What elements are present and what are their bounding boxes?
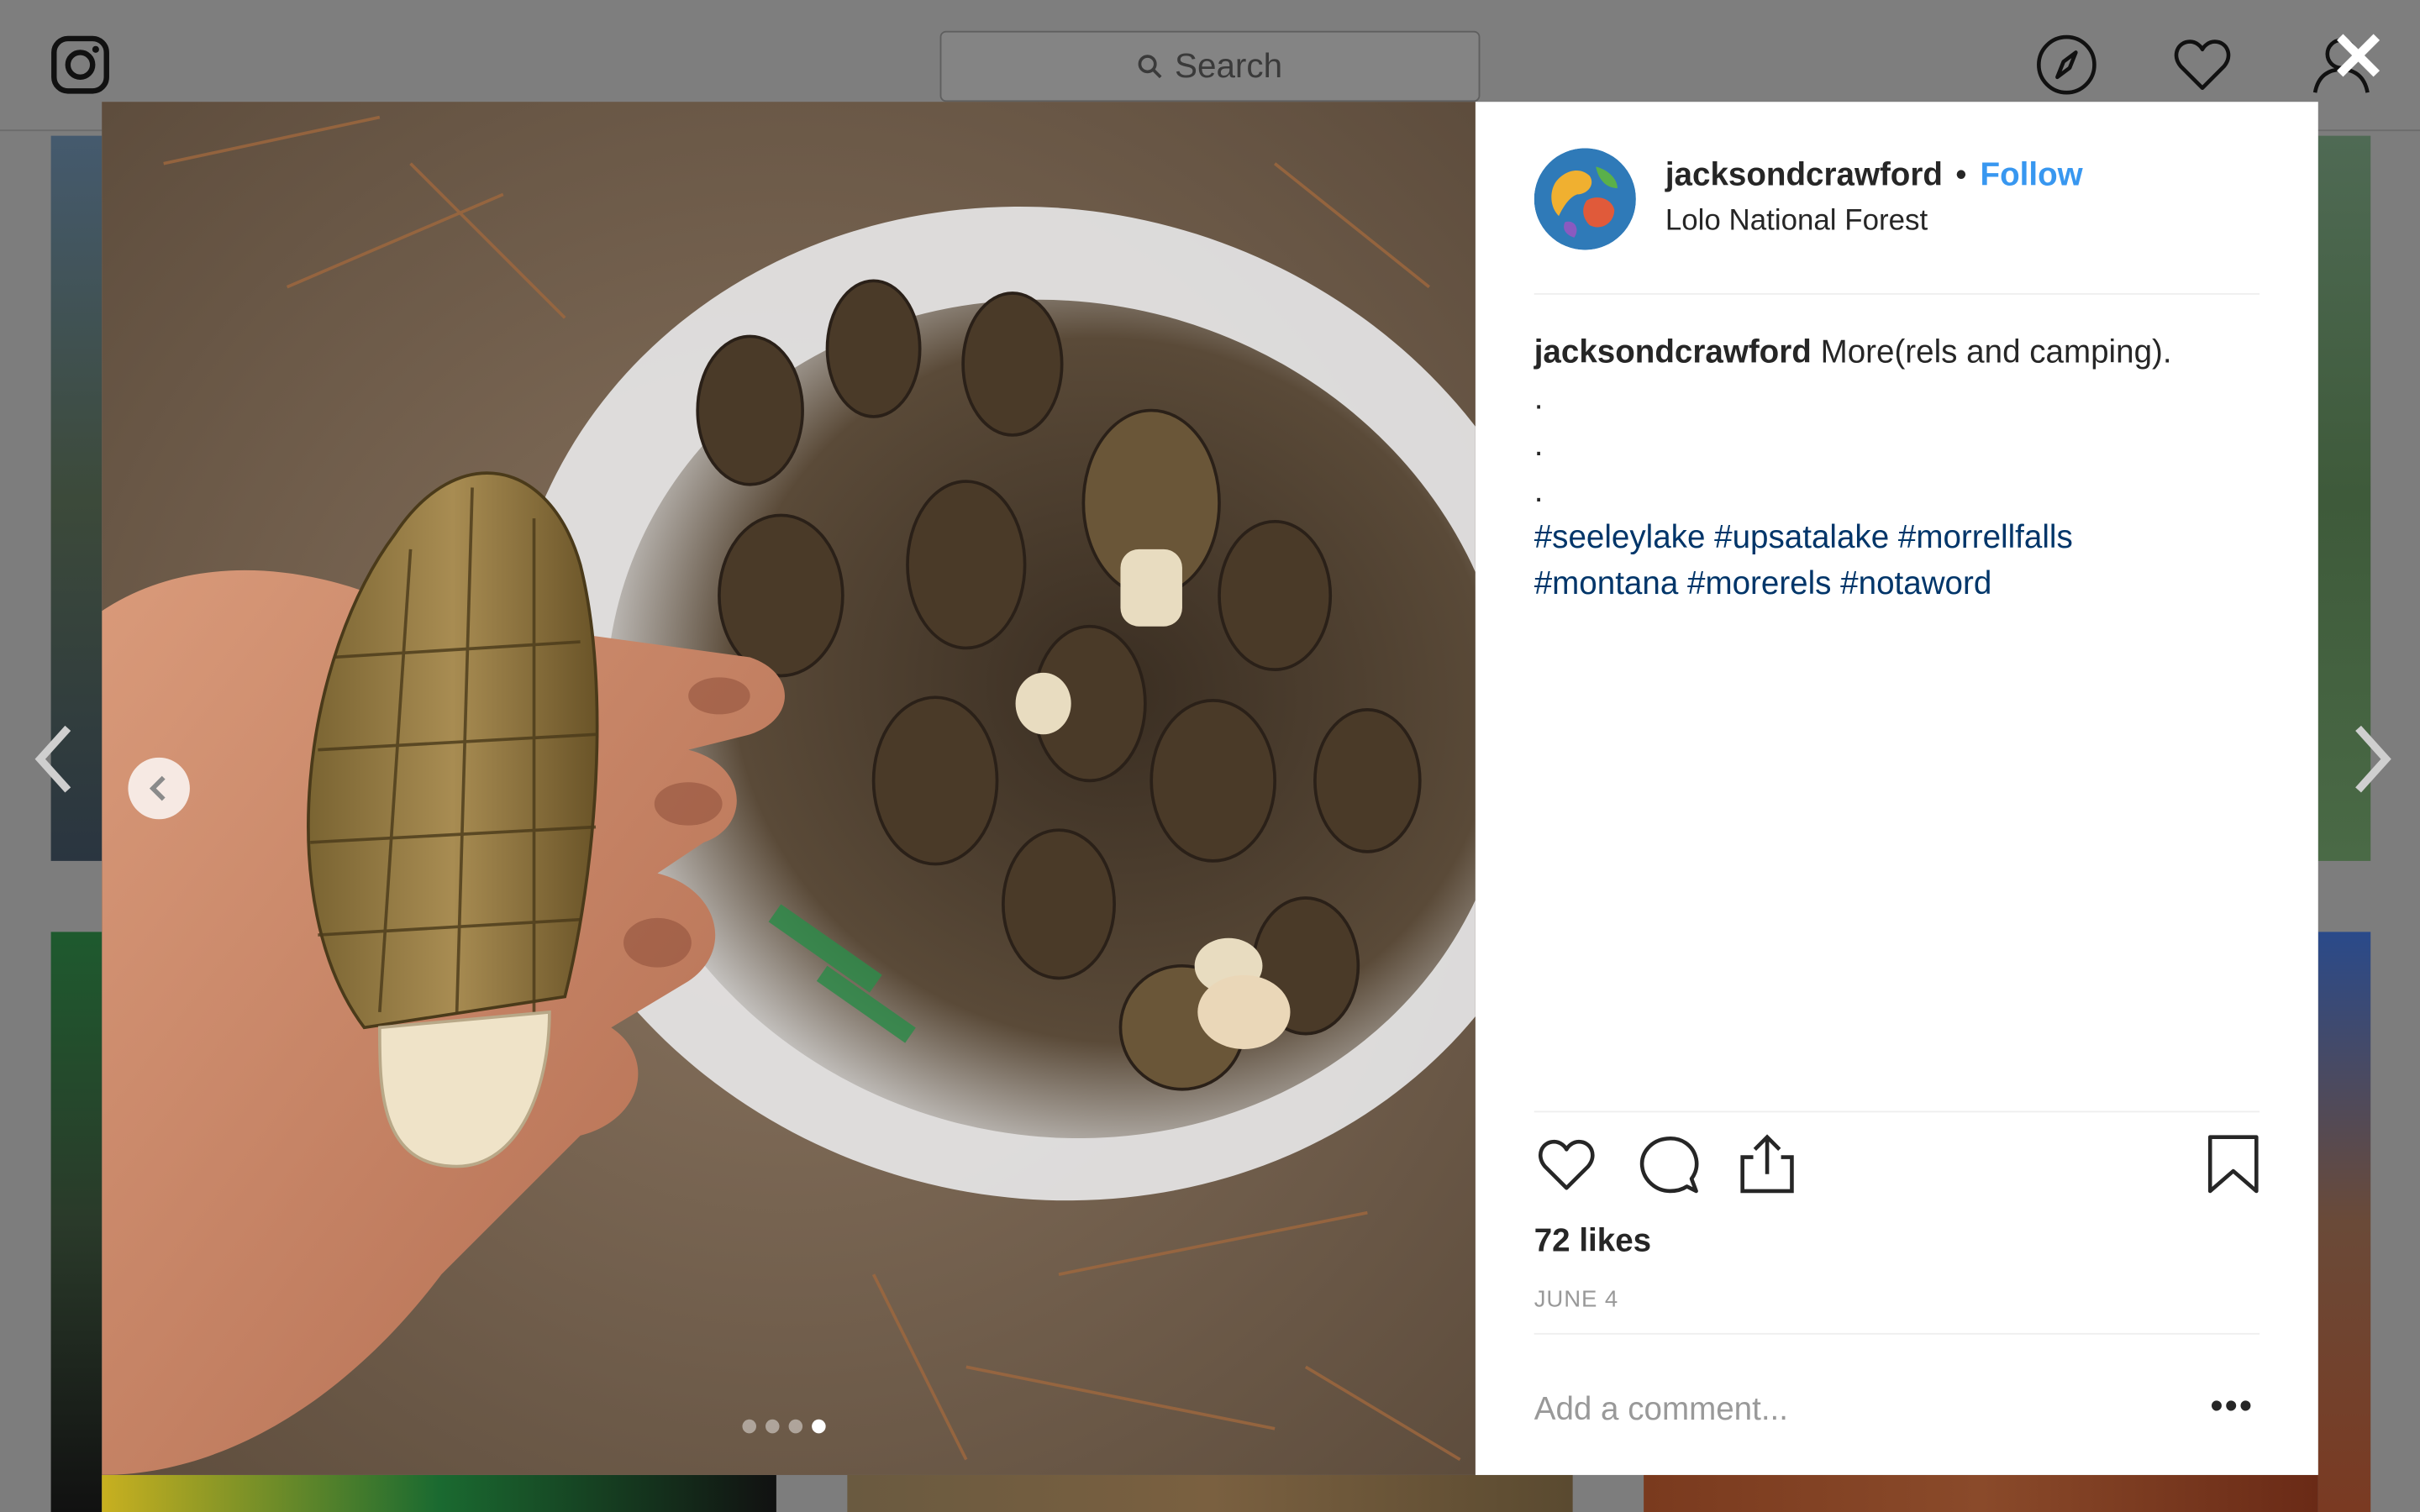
- search-input[interactable]: Search: [939, 30, 1481, 102]
- carousel-indicator: [742, 1419, 826, 1434]
- background-post-tile: [50, 932, 103, 1512]
- chevron-left-icon[interactable]: [24, 716, 86, 802]
- post-date: JUNE 4: [1534, 1286, 1619, 1314]
- post-username[interactable]: jacksondcrawford: [1665, 157, 1943, 194]
- post-location[interactable]: Lolo National Forest: [1665, 205, 1928, 239]
- globe-avatar-icon: [1534, 148, 1636, 250]
- heart-icon[interactable]: [2169, 31, 2237, 99]
- caption-dot-line: .: [1534, 473, 1544, 510]
- background-post-tile: [2317, 932, 2371, 1512]
- caption-username[interactable]: jacksondcrawford: [1534, 335, 1812, 370]
- like-icon[interactable]: [1534, 1132, 1599, 1197]
- close-icon[interactable]: ✕: [2328, 24, 2389, 92]
- separator-dot: •: [1955, 157, 1967, 193]
- comment-icon[interactable]: [1636, 1132, 1701, 1197]
- hashtags-line[interactable]: #seeleylake #upsatalake #morrellfalls: [1534, 515, 2260, 561]
- explore-icon[interactable]: [2033, 31, 2101, 99]
- background-post-tile: [847, 1474, 1573, 1512]
- carousel-dot-active: [812, 1419, 826, 1434]
- divider: [1534, 292, 2260, 295]
- post-actions: [1534, 1132, 2260, 1210]
- post-caption: jacksondcrawford More(rels and camping).…: [1534, 330, 2260, 608]
- caption-dot-line: .: [1534, 381, 1544, 417]
- carousel-dot: [765, 1419, 780, 1434]
- follow-button[interactable]: Follow: [1981, 157, 2083, 194]
- avatar[interactable]: [1534, 148, 1636, 250]
- divider: [1534, 1110, 2260, 1113]
- chevron-right-icon[interactable]: [2339, 716, 2401, 802]
- likes-count[interactable]: 72 likes: [1534, 1224, 1651, 1261]
- share-icon[interactable]: [1734, 1132, 1799, 1197]
- instagram-icon[interactable]: [50, 34, 111, 95]
- comment-input[interactable]: [1534, 1382, 2152, 1438]
- carousel-dot: [742, 1419, 756, 1434]
- post-photo: [102, 102, 1476, 1475]
- caption-text: More(rels and camping).: [1820, 334, 2172, 370]
- chevron-left-icon: [149, 775, 166, 801]
- search-icon: [1138, 55, 1162, 79]
- bookmark-icon[interactable]: [2201, 1132, 2265, 1197]
- caption-dot-line: .: [1534, 427, 1544, 464]
- divider: [1534, 1332, 2260, 1335]
- search-placeholder: Search: [1175, 46, 1283, 86]
- post-details-panel: jacksondcrawford • Follow Lolo National …: [1475, 102, 2318, 1475]
- carousel-prev-button[interactable]: [128, 757, 190, 820]
- background-post-tile: [1644, 1474, 2318, 1512]
- hashtags-line[interactable]: #montana #morerels #notaword: [1534, 562, 2260, 608]
- carousel-dot: [788, 1419, 803, 1434]
- morel-photo-illustration: [102, 102, 1476, 1475]
- background-post-tile: [102, 1474, 776, 1512]
- more-options-icon[interactable]: •••: [2210, 1385, 2254, 1428]
